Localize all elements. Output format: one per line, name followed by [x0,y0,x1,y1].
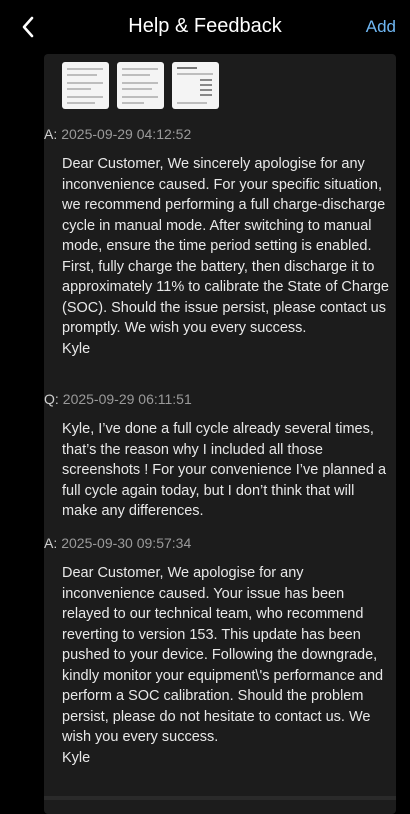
message-signature: Kyle [62,749,91,766]
attachment-thumbnail[interactable] [117,62,164,109]
message-body: Dear Customer, We sincerely apologise fo… [62,154,392,359]
back-button[interactable] [14,12,42,42]
message-meta: Q: 2025-09-29 06:11:51 [44,391,192,407]
message-timestamp: 2025-09-30 09:57:34 [61,535,192,551]
message-signature: Kyle [62,340,91,357]
attachment-thumbnail[interactable] [62,62,109,109]
message-timestamp: 2025-09-29 06:11:51 [62,391,192,407]
message-role-label: A: [44,126,58,142]
message-meta: A: 2025-09-29 04:12:52 [44,126,191,142]
page-title: Help & Feedback [128,15,282,37]
message-text: Dear Customer, We apologise for any inco… [62,565,384,745]
message-text: Dear Customer, We sincerely apologise fo… [62,156,389,336]
chevron-left-icon [22,16,34,38]
message-timestamp: 2025-09-29 04:12:52 [61,126,192,142]
attachment-thumbnail[interactable] [172,62,219,109]
scroll-edge [44,796,396,800]
message-role-label: Q: [44,391,59,407]
add-button[interactable]: Add [366,17,396,37]
attachment-thumbnails [62,62,219,109]
message-role-label: A: [44,535,58,551]
message-body: Dear Customer, We apologise for any inco… [62,563,392,768]
message-text: Kyle, I’ve done a full cycle already sev… [62,421,387,519]
message-body: Kyle, I’ve done a full cycle already sev… [62,419,392,522]
nav-header: Help & Feedback Add [0,0,410,54]
message-meta: A: 2025-09-30 09:57:34 [44,535,191,551]
